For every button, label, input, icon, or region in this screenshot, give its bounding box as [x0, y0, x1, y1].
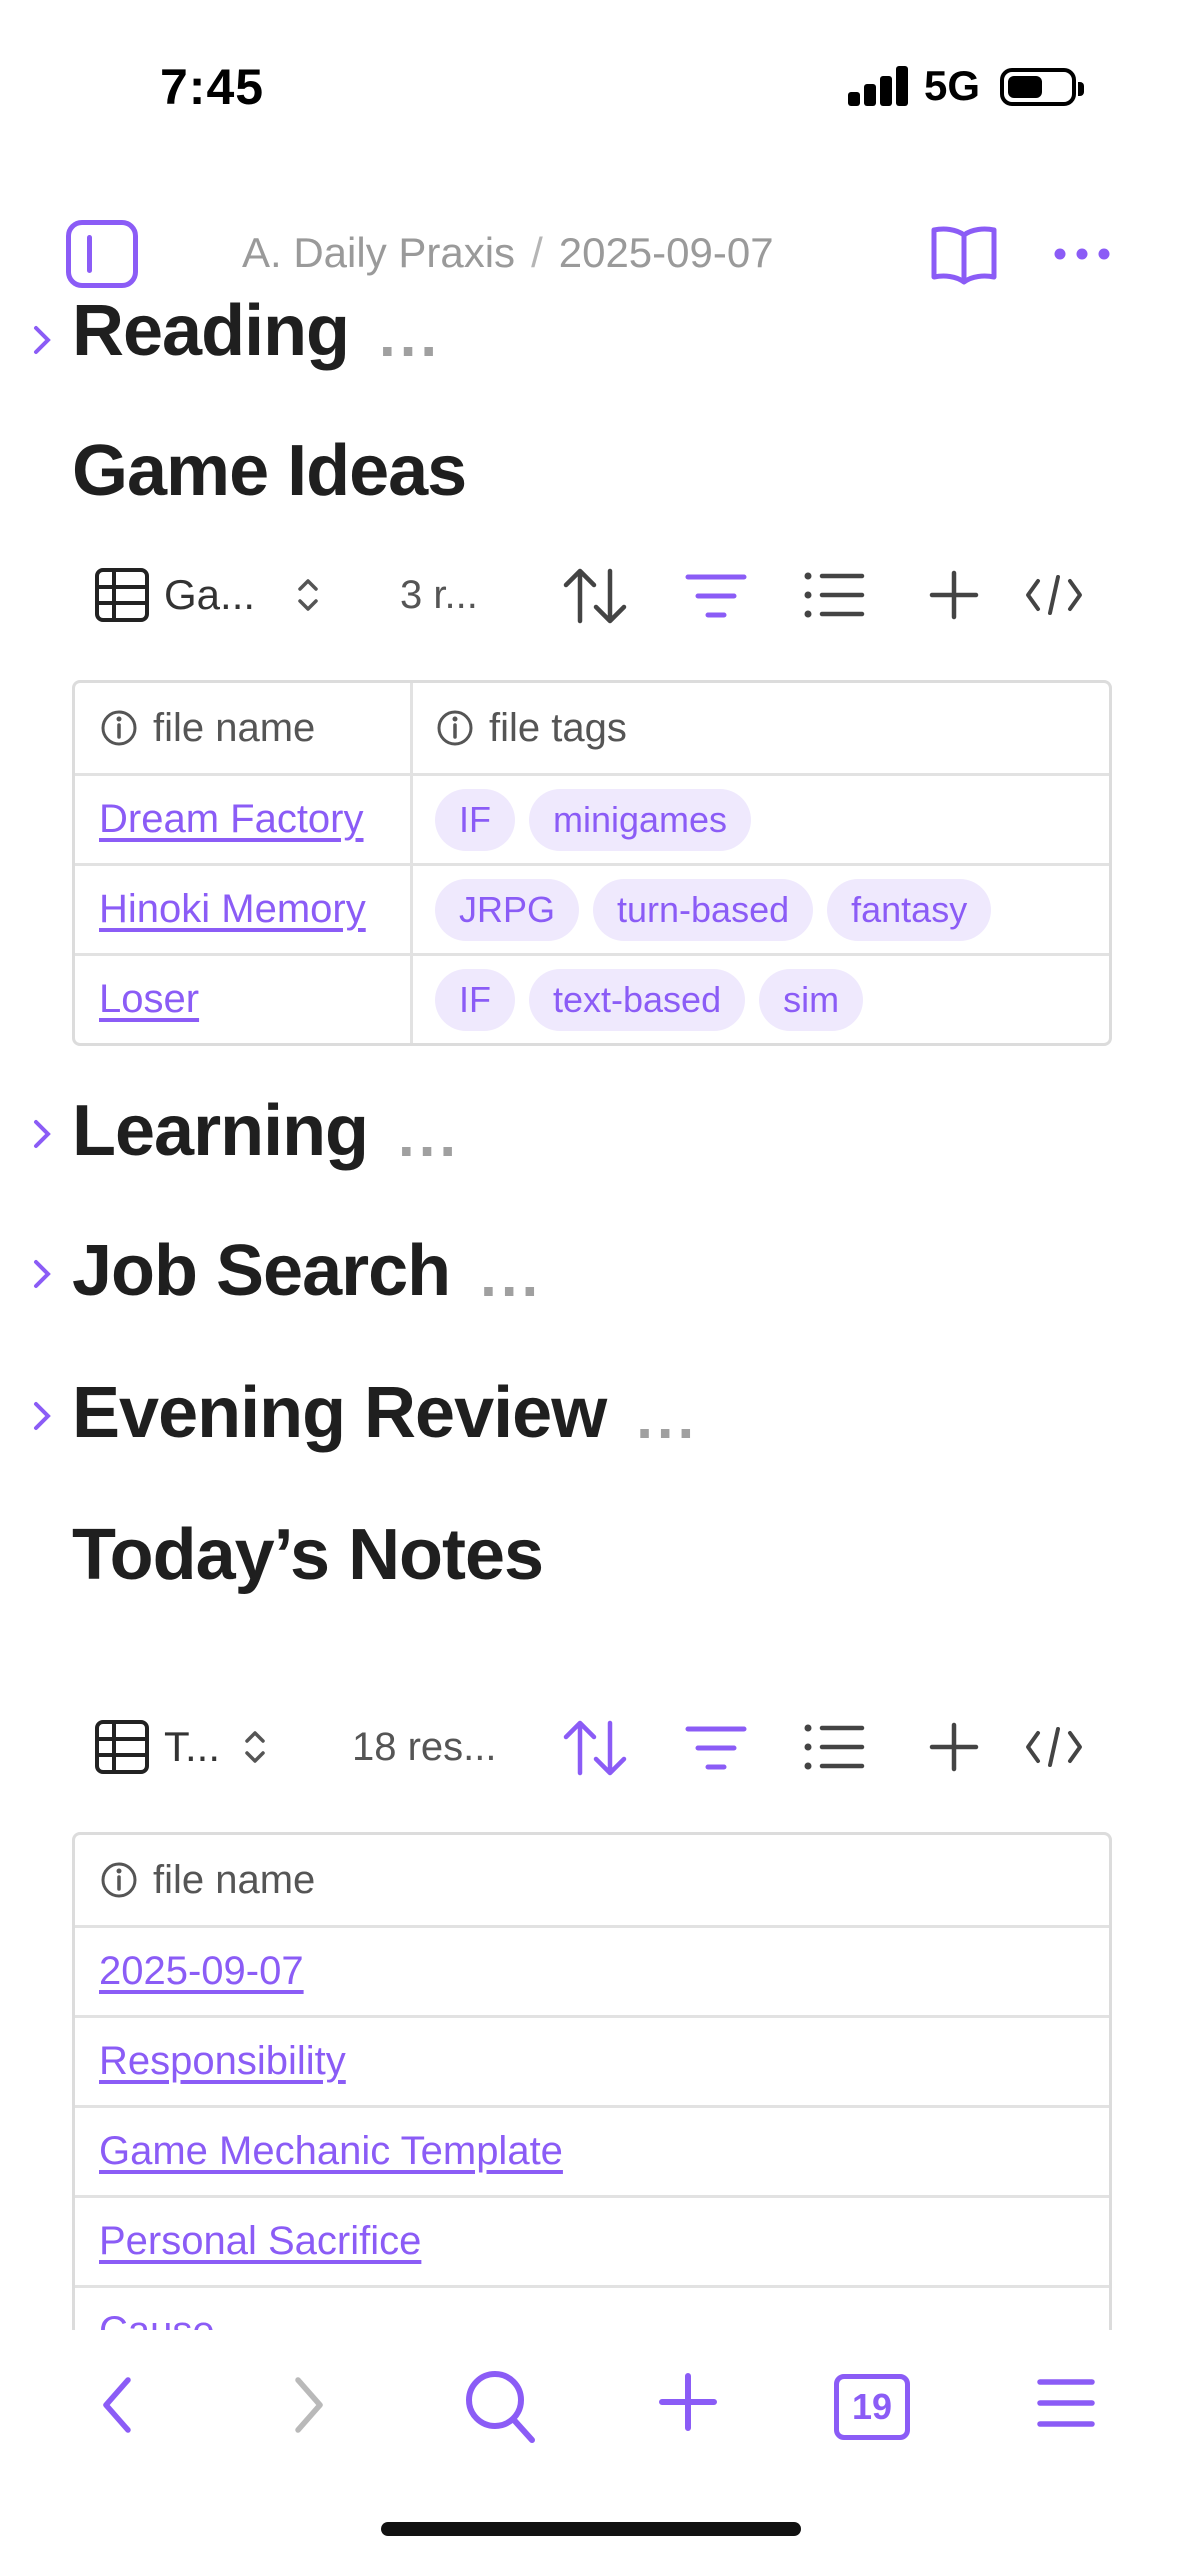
table-row: Hinoki Memory JRPG turn-based fantasy [75, 863, 1109, 953]
add-icon[interactable] [928, 1721, 980, 1773]
table-row: Responsibility [75, 2015, 1109, 2105]
section-title: Game Ideas [72, 431, 467, 511]
section-title: Learning... [72, 1091, 461, 1171]
sort-icon[interactable] [562, 565, 628, 627]
code-icon[interactable] [1024, 573, 1084, 617]
view-selector[interactable]: Ga... [94, 545, 321, 645]
chevron-right-icon[interactable] [30, 1256, 56, 1292]
tag-pill[interactable]: fantasy [827, 878, 992, 941]
game-ideas-table: file name file tags Dream Factory IF min… [72, 680, 1112, 1046]
file-link[interactable]: Game Mechanic Template [99, 2129, 563, 2174]
section-learning: Learning... [0, 1090, 1179, 1190]
result-count[interactable]: 18 res... [352, 1697, 497, 1797]
base-toolbar: Ga... 3 r... [72, 545, 1112, 645]
list-properties-icon[interactable] [802, 569, 866, 621]
calendar-icon[interactable]: 19 [834, 2374, 910, 2440]
network-label: 5G [924, 62, 981, 109]
home-indicator [381, 2522, 801, 2536]
tag-pill[interactable]: JRPG [435, 878, 580, 941]
base-toolbar: T... 18 res... [72, 1697, 1112, 1797]
tag-pill[interactable]: text-based [529, 968, 746, 1031]
collapsed-more-indicator: ... [379, 302, 442, 370]
chevron-right-icon[interactable] [30, 1398, 56, 1434]
section-title: Job Search... [72, 1231, 543, 1311]
table-row: Game Mechanic Template [75, 2105, 1109, 2195]
section-reading: Reading... [0, 300, 1179, 380]
breadcrumb-current[interactable]: 2025-09-07 [559, 229, 774, 276]
file-link[interactable]: Loser [99, 977, 199, 1022]
column-header[interactable]: file tags [413, 683, 1109, 773]
file-link[interactable]: Dream Factory [99, 797, 364, 842]
collapsed-more-indicator: ... [480, 1242, 543, 1310]
info-icon [101, 710, 137, 746]
list-properties-icon[interactable] [802, 1721, 866, 1773]
tag-pill[interactable]: IF [435, 788, 515, 851]
table-row: 2025-09-07 [75, 1925, 1109, 2015]
sidebar-toggle-icon[interactable] [66, 220, 138, 288]
table-header-row: file name file tags [75, 683, 1109, 773]
file-link[interactable]: Responsibility [99, 2039, 346, 2084]
battery-icon [1000, 68, 1084, 106]
status-time: 7:45 [160, 59, 265, 115]
menu-icon[interactable] [1036, 2376, 1096, 2430]
add-icon[interactable] [928, 569, 980, 621]
more-options-icon[interactable] [1052, 239, 1112, 269]
filter-icon[interactable] [684, 1723, 748, 1773]
column-header[interactable]: file name [75, 1835, 1109, 1925]
signal-icon [848, 66, 910, 106]
breadcrumb: A. Daily Praxis / 2025-09-07 [242, 229, 774, 277]
tag-pill[interactable]: minigames [529, 788, 752, 851]
new-note-icon[interactable] [658, 2372, 718, 2432]
result-count[interactable]: 3 r... [400, 545, 478, 645]
file-link[interactable]: Personal Sacrifice [99, 2219, 421, 2264]
table-icon [95, 1720, 149, 1774]
info-icon [101, 1862, 137, 1898]
chevron-right-icon[interactable] [30, 322, 56, 358]
file-link[interactable]: 2025-09-07 [99, 1949, 304, 1994]
reading-view-icon[interactable] [928, 223, 1000, 287]
info-icon [437, 710, 473, 746]
back-icon[interactable] [96, 2370, 140, 2440]
table-header-row: file name [75, 1835, 1109, 1925]
file-link[interactable]: Hinoki Memory [99, 887, 366, 932]
section-job-search: Job Search... [0, 1230, 1179, 1330]
breadcrumb-separator: / [531, 229, 543, 276]
breadcrumb-parent[interactable]: A. Daily Praxis [242, 229, 515, 276]
chevron-updown-icon [298, 579, 318, 611]
table-row: Loser IF text-based sim [75, 953, 1109, 1043]
table-icon [95, 568, 149, 622]
view-selector[interactable]: T... [94, 1697, 268, 1797]
tag-pill[interactable]: sim [759, 968, 864, 1031]
filter-icon[interactable] [684, 571, 748, 621]
sort-icon[interactable] [562, 1717, 628, 1779]
forward-icon[interactable] [286, 2370, 330, 2440]
todays-notes-table: file name 2025-09-07 Responsibility Game… [72, 1832, 1112, 2378]
tag-pill[interactable]: turn-based [593, 878, 814, 941]
section-title: Today’s Notes [72, 1515, 544, 1595]
chevron-updown-icon [245, 1731, 265, 1763]
search-icon[interactable] [462, 2366, 538, 2446]
column-header[interactable]: file name [75, 683, 413, 773]
tag-pill[interactable]: IF [435, 968, 515, 1031]
section-title: Reading... [72, 300, 442, 371]
chevron-right-icon[interactable] [30, 1116, 56, 1152]
section-title: Evening Review... [72, 1373, 699, 1453]
view-name: T... [164, 1723, 221, 1770]
section-evening-review: Evening Review... [0, 1372, 1179, 1472]
table-row: Dream Factory IF minigames [75, 773, 1109, 863]
collapsed-more-indicator: ... [636, 1384, 699, 1452]
collapsed-more-indicator: ... [398, 1102, 461, 1170]
nav-header: A. Daily Praxis / 2025-09-07 [0, 205, 1179, 300]
code-icon[interactable] [1024, 1725, 1084, 1769]
status-bar: 7:45 5G [0, 0, 1179, 150]
table-row: Personal Sacrifice [75, 2195, 1109, 2285]
view-name: Ga... [164, 571, 256, 618]
